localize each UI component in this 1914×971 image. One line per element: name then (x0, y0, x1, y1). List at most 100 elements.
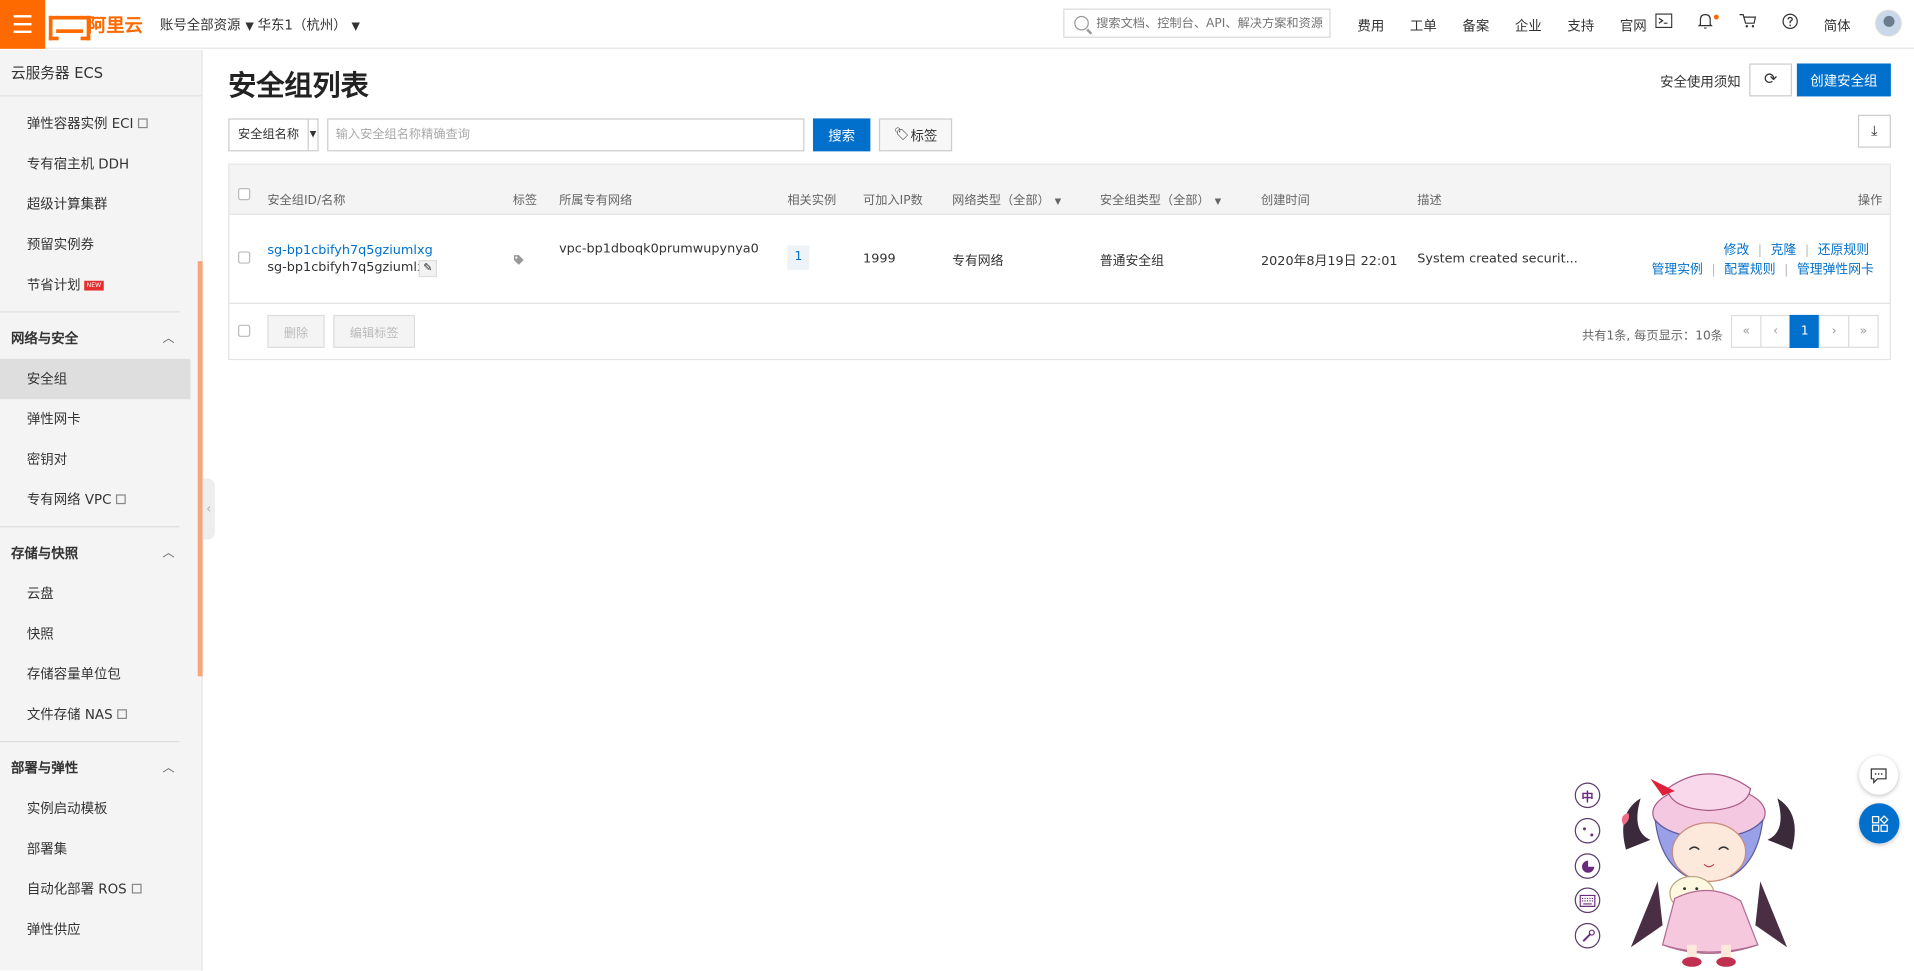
sidebar-item-ddh[interactable]: 专有宿主机 DDH (0, 144, 201, 184)
quick-apps-button[interactable] (1859, 803, 1900, 844)
sidebar-item-label: 专有网络 VPC (26, 491, 112, 508)
security-notice-link[interactable]: 安全使用须知 (1660, 72, 1741, 92)
col-sg-type-filter[interactable]: 安全组类型（全部） ▼ (1100, 189, 1221, 207)
configure-rules-link[interactable]: 配置规则 (1724, 262, 1775, 277)
prev-page-button[interactable]: ‹ (1760, 314, 1791, 348)
modify-link[interactable]: 修改 (1724, 243, 1750, 258)
sidebar-item-scu[interactable]: 存储容量单位包 (0, 654, 201, 694)
delete-button[interactable]: 删除 (267, 314, 325, 348)
nav-tickets[interactable]: 工单 (1410, 16, 1437, 36)
sidebar-item-label: 实例启动模板 (26, 800, 108, 817)
terminal-icon[interactable] (1655, 13, 1673, 33)
sidebar: 云服务器 ECS 弹性容器实例 ECI 专有宿主机 DDH 超级计算集群 预留实… (0, 50, 203, 971)
last-page-button[interactable]: » (1848, 314, 1879, 348)
nav-official-site[interactable]: 官网 (1620, 16, 1647, 36)
sidebar-group-deployment[interactable]: 部署与弹性 ︿ (0, 748, 201, 788)
sidebar-item-savings-plan[interactable]: 节省计划 NEW (0, 265, 201, 305)
sidebar-item-label: 快照 (26, 626, 54, 643)
sidebar-item-eni[interactable]: 弹性网卡 (0, 399, 201, 439)
help-icon[interactable] (1782, 13, 1798, 34)
row-checkbox[interactable] (238, 251, 251, 264)
page-info: 共有1条, 每页显示：10条 (1582, 329, 1723, 344)
bell-icon[interactable] (1697, 13, 1713, 34)
language-switch[interactable]: 简体 (1824, 16, 1851, 36)
security-group-id-link[interactable]: sg-bp1cbifyh7q5gziumlxg (267, 243, 432, 258)
sidebar-item-elastic-supply[interactable]: 弹性供应 (0, 909, 201, 949)
next-page-button[interactable]: › (1818, 314, 1850, 348)
manage-eni-link[interactable]: 管理弹性网卡 (1797, 262, 1874, 277)
create-security-group-button[interactable]: 创建安全组 (1796, 63, 1891, 97)
avatar[interactable] (1874, 9, 1902, 37)
nav-support[interactable]: 支持 (1567, 16, 1594, 36)
select-all-checkbox[interactable] (238, 187, 251, 201)
security-group-type: 普通安全组 (1099, 253, 1164, 269)
ime-keyboard-icon[interactable] (1574, 887, 1601, 914)
col-created: 创建时间 (1260, 194, 1310, 208)
hamburger-icon[interactable]: ☰ (0, 0, 46, 49)
sidebar-group-network-security[interactable]: 网络与安全 ︿ (0, 319, 201, 359)
edit-name-icon[interactable]: ✎ (418, 260, 438, 278)
filter-field-select[interactable]: 安全组名称 ▼ (228, 118, 319, 152)
footer-select-all-checkbox[interactable] (238, 324, 251, 337)
sidebar-item-disk[interactable]: 云盘 (0, 574, 201, 614)
region-dropdown[interactable]: 华东1（杭州） ▼ (258, 15, 360, 35)
sidebar-item-nas[interactable]: 文件存储 NAS (0, 695, 201, 735)
sidebar-item-eci[interactable]: 弹性容器实例 ECI (0, 104, 201, 144)
account-scope-dropdown[interactable]: 账号全部资源 ▼ (160, 15, 254, 35)
first-page-button[interactable]: « (1730, 314, 1762, 348)
sidebar-group-storage[interactable]: 存储与快照 ︿ (0, 533, 201, 573)
download-icon: ⤓ (1871, 122, 1878, 140)
col-vpc: 所属专有网络 (559, 194, 633, 208)
ime-halfwidth-icon[interactable] (1574, 853, 1601, 879)
nav-enterprise[interactable]: 企业 (1515, 16, 1542, 36)
nav-fees[interactable]: 费用 (1357, 16, 1384, 36)
instance-count-link[interactable]: 1 (787, 245, 810, 270)
nav-icp[interactable]: 备案 (1462, 16, 1489, 36)
created-time: 2020年8月19日 22:01 (1260, 253, 1398, 269)
sidebar-item-label: 预留实例券 (26, 236, 94, 253)
col-id-name: 安全组ID/名称 (267, 194, 346, 208)
clone-link[interactable]: 克隆 (1771, 243, 1797, 258)
feedback-chat-button[interactable] (1859, 755, 1899, 795)
sidebar-item-ros[interactable]: 自动化部署 ROS (0, 869, 201, 909)
pagination: « ‹ 1 › » (1730, 314, 1879, 348)
divider: | (1711, 262, 1716, 278)
restore-rules-link[interactable]: 还原规则 (1818, 243, 1869, 258)
security-group-name-input[interactable]: 输入安全组名称精确查询 (327, 118, 805, 152)
ime-punctuation-icon[interactable] (1574, 817, 1601, 844)
ime-chinese-mode-icon[interactable]: 中 (1574, 782, 1601, 809)
sidebar-item-snapshot[interactable]: 快照 (0, 614, 201, 654)
divider (0, 311, 180, 313)
external-link-icon (117, 709, 128, 719)
sidebar-item-vpc[interactable]: 专有网络 VPC (0, 480, 201, 520)
divider: | (1804, 242, 1810, 258)
cart-icon[interactable] (1739, 13, 1757, 33)
global-search-input[interactable] (1096, 16, 1329, 30)
brand-logo[interactable]: 阿里云 (48, 11, 143, 41)
sidebar-collapse-handle[interactable]: ‹ (202, 478, 215, 540)
sidebar-item-label: 弹性供应 (26, 921, 81, 938)
tag-icon[interactable] (513, 254, 525, 270)
col-net-type-filter[interactable]: 网络类型（全部） ▼ (952, 189, 1061, 207)
sidebar-scrollbar[interactable] (197, 261, 203, 677)
edit-tags-button[interactable]: 编辑标签 (333, 314, 416, 348)
tag-filter-button[interactable]: 🏷 标签 (878, 118, 953, 152)
page-1-button[interactable]: 1 (1789, 314, 1821, 348)
refresh-button[interactable]: ⟳ (1749, 63, 1792, 97)
tag-button-label: 标签 (910, 127, 938, 144)
global-search[interactable] (1063, 8, 1331, 38)
aliyun-logo-icon (48, 15, 91, 41)
sidebar-item-security-group[interactable]: 安全组 (0, 358, 191, 400)
sidebar-item-keypair[interactable]: 密钥对 (0, 439, 201, 479)
sidebar-item-deployment-set[interactable]: 部署集 (0, 829, 201, 869)
search-button[interactable]: 搜索 (812, 118, 871, 152)
sidebar-item-reserved[interactable]: 预留实例券 (0, 225, 201, 265)
anime-mascot-image[interactable] (1614, 764, 1804, 969)
chat-icon (1870, 767, 1887, 784)
ime-settings-wrench-icon[interactable] (1574, 922, 1601, 949)
manage-instances-link[interactable]: 管理实例 (1652, 262, 1703, 277)
sidebar-item-launch-template[interactable]: 实例启动模板 (0, 789, 201, 829)
col-instances: 相关实例 (787, 194, 837, 208)
sidebar-item-scc[interactable]: 超级计算集群 (0, 184, 201, 224)
download-button[interactable]: ⤓ (1857, 114, 1891, 148)
